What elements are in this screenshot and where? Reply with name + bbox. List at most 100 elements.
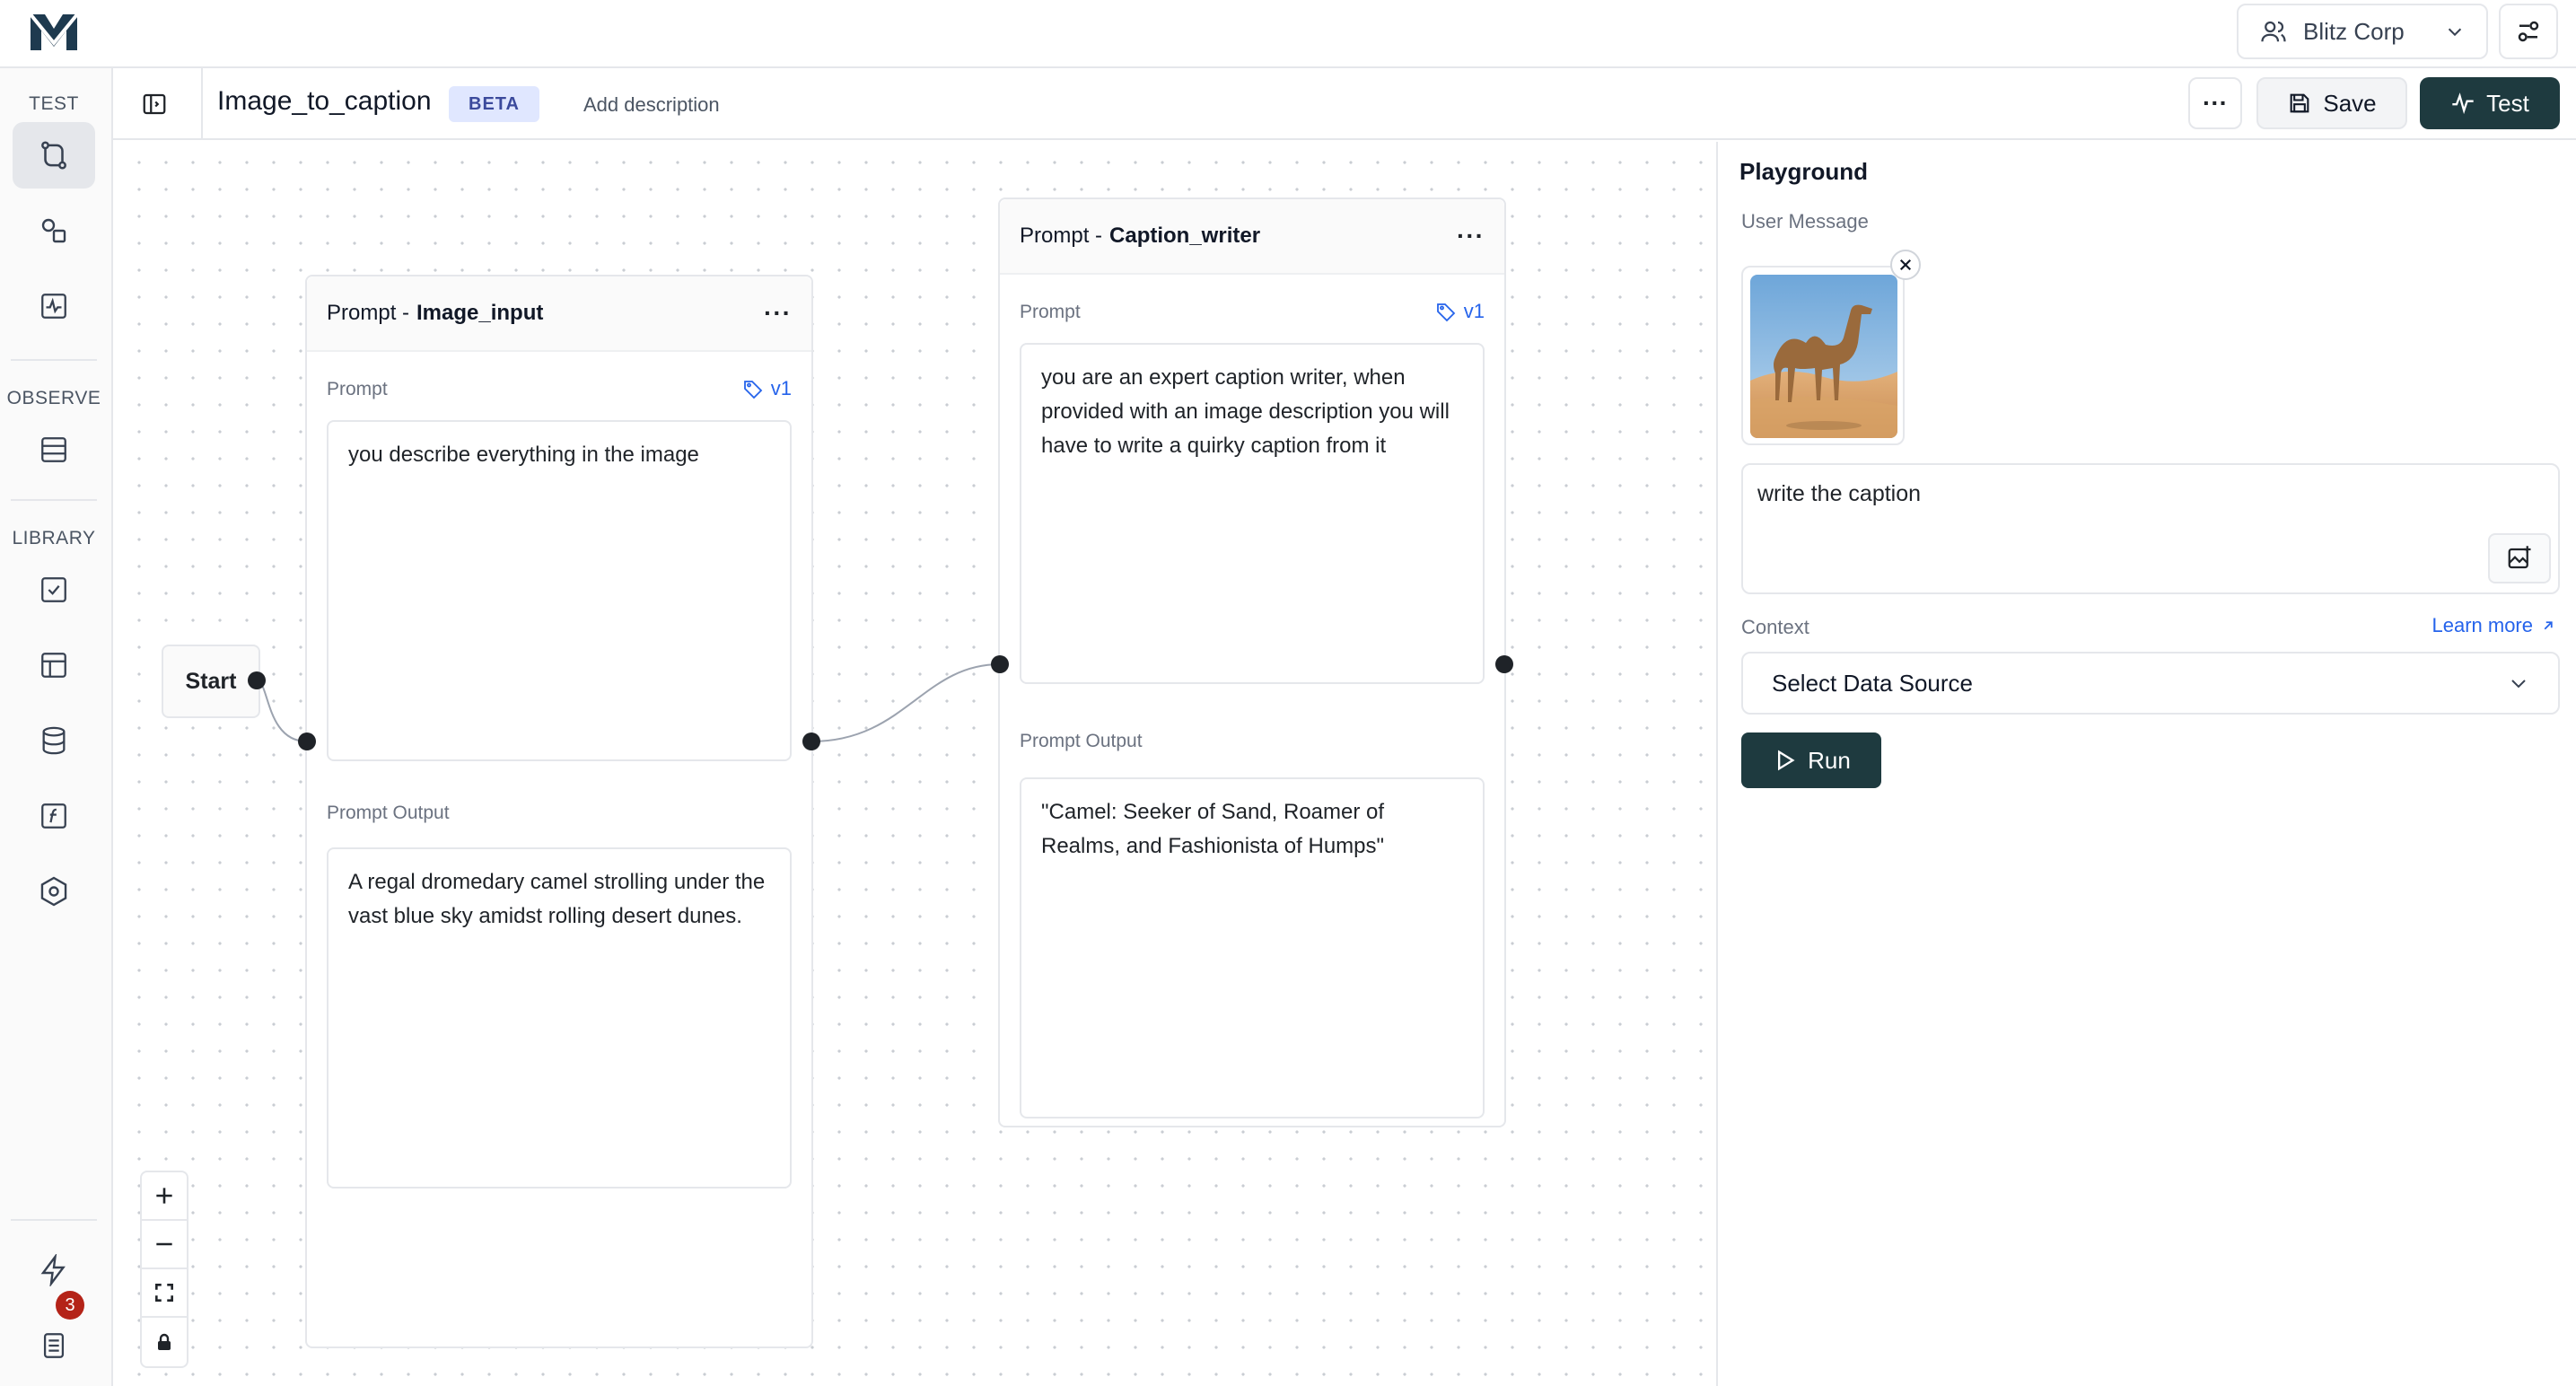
start-output-handle[interactable] — [248, 671, 266, 689]
sidebar-toggle-icon — [143, 93, 166, 115]
rail-item-prompts[interactable] — [13, 197, 95, 264]
start-node[interactable]: Start — [162, 645, 260, 718]
data-source-placeholder: Select Data Source — [1772, 669, 1974, 697]
page-title[interactable]: Image_to_caption — [217, 86, 432, 117]
shapes-icon — [41, 218, 66, 243]
user-message-input[interactable]: write the caption — [1741, 463, 2560, 594]
activity-icon — [41, 294, 66, 319]
header-divider — [201, 68, 203, 140]
save-button[interactable]: Save — [2256, 77, 2407, 129]
learn-more-label: Learn more — [2431, 614, 2533, 636]
org-name: Blitz Corp — [2303, 17, 2405, 45]
context-label: Context — [1741, 616, 1809, 638]
edge-image-input-to-caption-writer — [810, 663, 1001, 742]
database-icon — [42, 726, 66, 755]
attached-image[interactable] — [1741, 266, 1905, 445]
node-input-handle[interactable] — [991, 655, 1009, 673]
bolt-icon — [40, 1254, 66, 1286]
add-image-button[interactable] — [2488, 533, 2551, 583]
users-icon — [2261, 21, 2286, 42]
document-icon — [43, 1333, 65, 1358]
add-description-link[interactable]: Add description — [583, 93, 720, 117]
toggle-panel-button[interactable] — [136, 88, 172, 120]
prompt-output-box: A regal dromedary camel strolling under … — [327, 847, 792, 1189]
list-icon — [41, 437, 66, 462]
user-message-label: User Message — [1741, 210, 1869, 232]
version-label: v1 — [1463, 300, 1485, 322]
rail-item-workflows[interactable] — [13, 122, 95, 189]
workflow-icon — [41, 141, 66, 170]
rail-item-docs[interactable] — [13, 1312, 95, 1379]
tag-icon — [743, 381, 763, 399]
prompt-textbox[interactable]: you are an expert caption writer, when p… — [1020, 343, 1485, 684]
test-button[interactable]: Test — [2420, 77, 2560, 129]
rail-item-logs[interactable] — [13, 417, 95, 483]
rail-item-functions[interactable] — [13, 783, 95, 849]
rail-item-datasets[interactable] — [13, 632, 95, 698]
settings-button[interactable] — [2499, 4, 2558, 59]
rail-divider — [11, 1219, 97, 1221]
org-switcher[interactable]: Blitz Corp — [2237, 4, 2488, 59]
beta-badge: BETA — [449, 86, 539, 122]
more-options-button[interactable]: ··· — [2188, 77, 2242, 129]
node-kind: Prompt - — [327, 301, 410, 325]
prompt-textbox[interactable]: you describe everything in the image — [327, 420, 792, 761]
zoom-controls — [140, 1171, 188, 1368]
learn-more-link[interactable]: Learn more — [2431, 614, 2556, 637]
minus-icon — [156, 1242, 172, 1246]
prompt-node-image-input[interactable]: Prompt - Image_input ··· Prompt v1 you d… — [305, 275, 813, 1348]
table-icon — [41, 653, 66, 678]
fullscreen-icon — [155, 1284, 173, 1302]
plus-icon — [156, 1188, 172, 1204]
node-menu-button[interactable]: ··· — [764, 299, 792, 328]
floppy-disk-icon — [2290, 93, 2309, 113]
rail-section-observe: OBSERVE — [6, 388, 101, 408]
node-header: Prompt - Image_input ··· — [307, 276, 811, 352]
hexagon-settings-icon — [40, 876, 67, 907]
node-input-handle[interactable] — [298, 732, 316, 750]
sliders-icon — [2518, 21, 2539, 42]
version-tag[interactable]: v1 — [1435, 300, 1485, 323]
rail-divider — [11, 359, 97, 361]
remove-image-button[interactable] — [1890, 250, 1921, 280]
workflow-canvas[interactable]: Start Prompt - Image_input ··· Prompt v1… — [115, 142, 1716, 1386]
node-output-handle[interactable] — [802, 732, 820, 750]
rail-item-settings[interactable] — [13, 858, 95, 925]
rail-item-evaluators[interactable] — [13, 557, 95, 623]
chevron-down-icon — [2511, 680, 2526, 689]
workflow-header: Image_to_caption BETA Add description ··… — [113, 68, 2576, 140]
fit-view-button[interactable] — [142, 1269, 187, 1318]
node-name: Image_input — [416, 301, 544, 325]
test-label: Test — [2486, 89, 2529, 117]
zoom-out-button[interactable] — [142, 1221, 187, 1269]
version-tag[interactable]: v1 — [742, 377, 792, 400]
node-header: Prompt - Caption_writer ··· — [1000, 199, 1504, 275]
top-bar: Blitz Corp — [0, 0, 2576, 68]
node-output-handle[interactable] — [1495, 655, 1513, 673]
check-square-icon — [41, 577, 66, 602]
rail-item-notifications[interactable] — [13, 1237, 95, 1303]
ellipsis-icon: ··· — [2203, 89, 2228, 117]
run-button[interactable]: Run — [1741, 732, 1881, 788]
zoom-in-button[interactable] — [142, 1172, 187, 1221]
tag-icon — [1436, 303, 1456, 322]
left-rail: TEST OBSERVE LIBRARY 3 — [0, 68, 113, 1386]
node-menu-button[interactable]: ··· — [1457, 222, 1485, 250]
save-label: Save — [2323, 89, 2377, 117]
node-kind: Prompt - — [1020, 224, 1103, 248]
prompt-node-caption-writer[interactable]: Prompt - Caption_writer ··· Prompt v1 yo… — [998, 197, 1506, 1127]
rail-item-context-sources[interactable] — [13, 707, 95, 774]
brand-logo-icon[interactable] — [27, 11, 81, 54]
run-label: Run — [1808, 746, 1851, 774]
playground-title: Playground — [1739, 158, 1869, 185]
lock-button[interactable] — [142, 1318, 187, 1366]
camel-image-thumbnail — [1750, 275, 1897, 438]
start-label: Start — [185, 668, 237, 694]
node-name: Caption_writer — [1109, 224, 1261, 248]
data-source-select[interactable]: Select Data Source — [1741, 652, 2560, 715]
playground-panel: Playground User Message write the captio… — [1716, 142, 2576, 1386]
image-plus-icon — [2508, 546, 2531, 569]
prompt-label: Prompt — [1020, 302, 1081, 322]
rail-item-evaluations[interactable] — [13, 273, 95, 339]
prompt-output-label: Prompt Output — [1020, 731, 1143, 751]
